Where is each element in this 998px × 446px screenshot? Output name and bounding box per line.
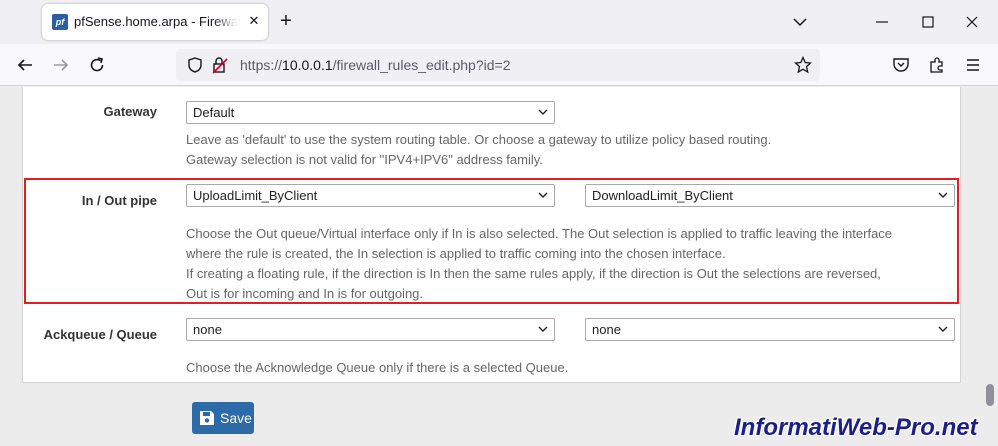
- menu-hamburger-icon[interactable]: [964, 56, 982, 74]
- gateway-select[interactable]: Default: [186, 101, 555, 124]
- forward-icon[interactable]: [52, 56, 70, 74]
- pipe-help-line-3: If creating a floating rule, if the dire…: [186, 266, 881, 281]
- chevron-down-icon: [938, 192, 948, 198]
- bookmark-star-icon[interactable]: [794, 56, 812, 74]
- save-button[interactable]: Save: [192, 402, 254, 434]
- pipe-help-line-2: where the rule is created, the In select…: [186, 246, 726, 261]
- queue-help: Choose the Acknowledge Queue only if the…: [186, 360, 569, 375]
- minimize-icon[interactable]: [872, 12, 892, 32]
- chevron-down-icon: [938, 326, 948, 332]
- pfsense-favicon-icon: pf: [52, 14, 68, 30]
- new-tab-icon[interactable]: +: [276, 11, 296, 31]
- list-all-tabs-icon[interactable]: [790, 12, 810, 32]
- floppy-disk-icon: [200, 411, 214, 425]
- in-pipe-select[interactable]: UploadLimit_ByClient: [186, 184, 555, 207]
- queue-select-value: none: [592, 322, 621, 337]
- url-text[interactable]: https://10.0.0.1/firewall_rules_edit.php…: [240, 57, 510, 73]
- tab-close-icon[interactable]: ✕: [246, 13, 262, 29]
- gateway-help-line-1: Leave as 'default' to use the system rou…: [186, 132, 772, 147]
- queue-select[interactable]: none: [585, 318, 955, 341]
- reload-icon[interactable]: [88, 56, 106, 74]
- pocket-icon[interactable]: [892, 56, 910, 74]
- chevron-down-icon: [538, 192, 548, 198]
- ackqueue-queue-label: Ackqueue / Queue: [43, 327, 157, 342]
- ackqueue-select-value: none: [193, 322, 222, 337]
- close-window-icon[interactable]: [962, 12, 982, 32]
- out-pipe-select-value: DownloadLimit_ByClient: [592, 188, 733, 203]
- address-bar[interactable]: https://10.0.0.1/firewall_rules_edit.php…: [176, 49, 820, 81]
- gateway-label: Gateway: [103, 104, 157, 119]
- pipe-help-line-4: Out is for incoming and In is for outgoi…: [186, 286, 424, 301]
- page-content: Gateway Default Leave as 'default' to us…: [0, 87, 998, 446]
- site-info-shield-icon[interactable]: [186, 56, 204, 74]
- tab-strip: pf pfSense.home.arpa - Firewall: Rules ✕…: [0, 0, 998, 44]
- pipe-help-line-1: Choose the Out queue/Virtual interface o…: [186, 226, 893, 241]
- chevron-down-icon: [538, 326, 548, 332]
- watermark-text: InformatiWeb-Pro.net: [734, 414, 978, 441]
- chevron-down-icon: [538, 109, 548, 115]
- insecure-lock-icon[interactable]: [210, 55, 230, 75]
- ackqueue-select[interactable]: none: [186, 318, 555, 341]
- browser-tab[interactable]: pf pfSense.home.arpa - Firewall: Rules ✕: [42, 4, 268, 40]
- tab-title: pfSense.home.arpa - Firewall: Rules: [74, 14, 238, 29]
- save-button-label: Save: [220, 410, 252, 426]
- in-out-pipe-label: In / Out pipe: [81, 193, 157, 208]
- in-pipe-select-value: UploadLimit_ByClient: [193, 188, 318, 203]
- gateway-select-value: Default: [193, 105, 235, 120]
- scrollbar-thumb[interactable]: [986, 384, 994, 406]
- maximize-icon[interactable]: [918, 12, 938, 32]
- out-pipe-select[interactable]: DownloadLimit_ByClient: [585, 184, 955, 207]
- back-icon[interactable]: [16, 56, 34, 74]
- extensions-icon[interactable]: [928, 56, 946, 74]
- gateway-help-line-2: Gateway selection is not valid for "IPV4…: [186, 152, 543, 167]
- navigation-bar: https://10.0.0.1/firewall_rules_edit.php…: [0, 44, 998, 86]
